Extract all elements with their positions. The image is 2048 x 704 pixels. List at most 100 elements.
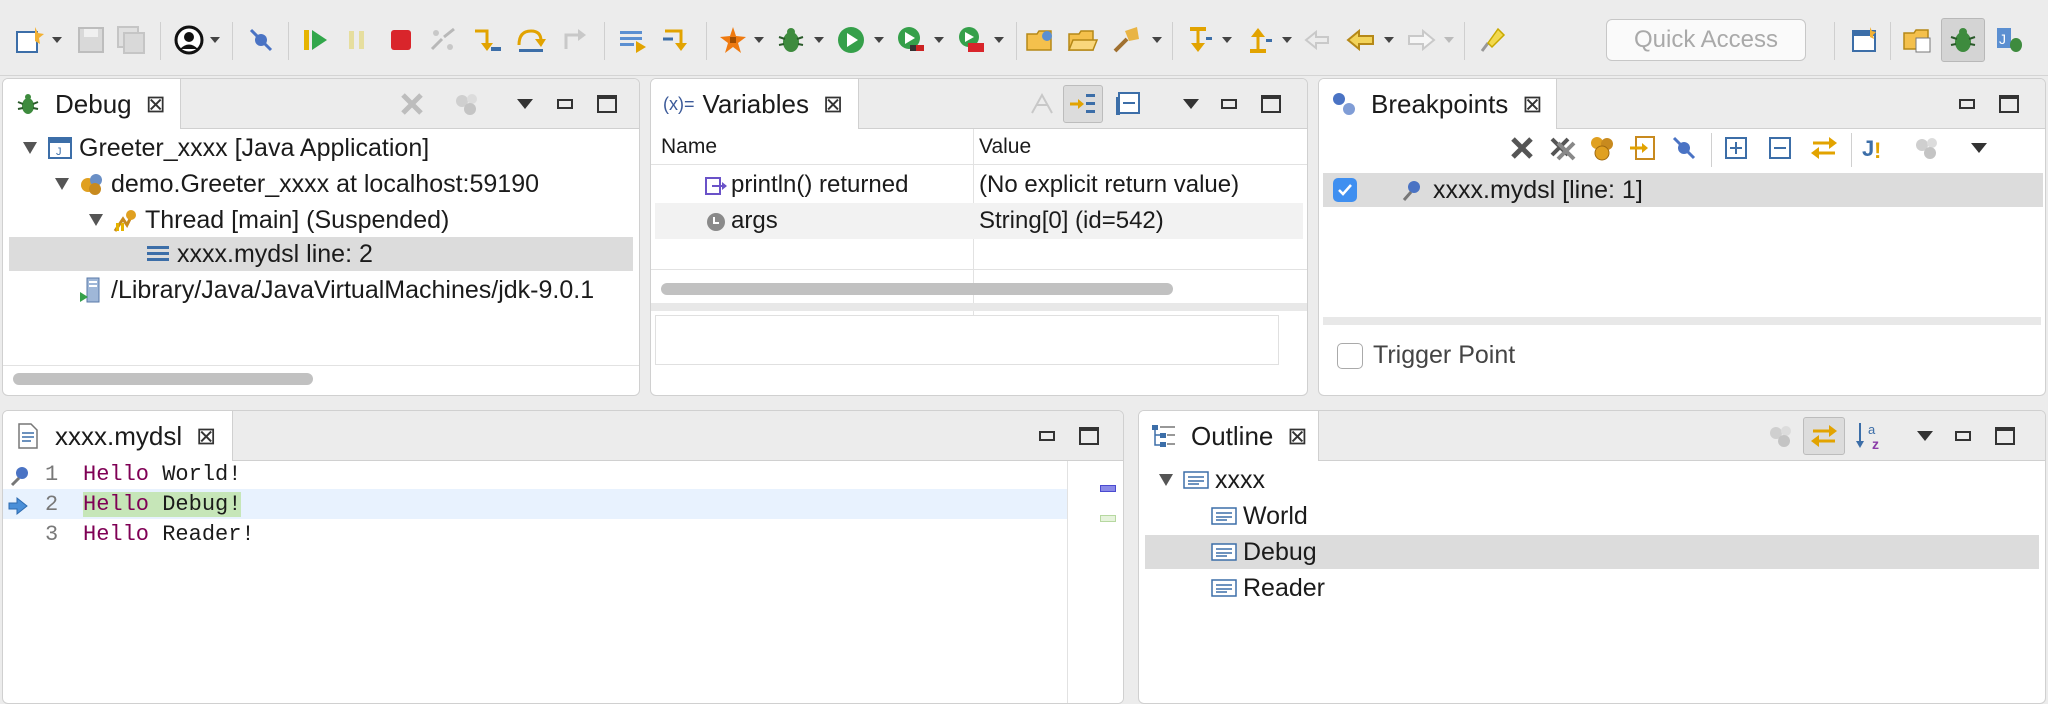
back-icon[interactable] xyxy=(1344,22,1378,58)
coverage-dropdown-arrow[interactable] xyxy=(934,37,944,43)
drop-to-frame-icon[interactable] xyxy=(616,22,650,58)
variables-maximize-button[interactable] xyxy=(1259,91,1283,117)
breakpoint-row[interactable]: xxxx.mydsl [line: 1] xyxy=(1323,173,2043,207)
new-dropdown-arrow[interactable] xyxy=(52,37,62,43)
external-tools-icon[interactable] xyxy=(716,22,750,58)
tree-item-process[interactable]: /Library/Java/JavaVirtualMachines/jdk-9.… xyxy=(9,273,633,307)
variable-detail-pane[interactable] xyxy=(655,315,1279,365)
debug-horizontal-scrollbar[interactable] xyxy=(13,373,313,385)
sort-alphabetically-icon[interactable]: az xyxy=(1853,422,1887,451)
run-icon[interactable] xyxy=(834,22,868,58)
close-debug-tab-icon[interactable]: ⊠ xyxy=(146,90,166,119)
variables-view-menu[interactable] xyxy=(1181,91,1201,117)
variable-row[interactable]: println() returned (No explicit return v… xyxy=(655,167,1303,203)
open-folder-icon[interactable] xyxy=(1066,22,1100,58)
java-exception-breakpoint-icon[interactable]: J! xyxy=(1859,135,1889,162)
pin-editor-icon[interactable] xyxy=(1474,22,1508,58)
collapse-all-icon[interactable] xyxy=(1765,135,1795,161)
trigger-point-option[interactable]: Trigger Point xyxy=(1337,341,1515,370)
tab-breakpoints[interactable]: Breakpoints ⊠ xyxy=(1319,79,1557,129)
outline-item[interactable]: Reader xyxy=(1145,571,2039,605)
column-name-header[interactable]: Name xyxy=(661,129,717,165)
step-over-icon[interactable] xyxy=(514,22,548,58)
resume-icon[interactable] xyxy=(298,22,332,58)
tab-outline[interactable]: Outline ⊠ xyxy=(1139,411,1319,461)
code-line[interactable]: 3 Hello Reader! xyxy=(3,519,1067,549)
breakpoint-marker-icon[interactable] xyxy=(7,463,33,489)
code-line[interactable]: 2 Hello Debug! xyxy=(3,489,1067,519)
expand-twisty[interactable] xyxy=(55,178,69,190)
go-to-file-icon[interactable] xyxy=(1627,135,1657,161)
tree-item-thread[interactable]: Thread [main] (Suspended) xyxy=(9,203,633,237)
debug-run-icon[interactable] xyxy=(774,22,808,58)
editor-minimize-button[interactable] xyxy=(1037,423,1057,449)
code-line[interactable]: 1 Hello World! xyxy=(3,459,1067,489)
search-dropdown-arrow[interactable] xyxy=(1152,37,1162,43)
outline-item[interactable]: Debug xyxy=(1145,535,2039,569)
instruction-ruler-marker[interactable] xyxy=(1100,515,1116,522)
search-icon[interactable] xyxy=(1110,22,1144,58)
outline-item[interactable]: World xyxy=(1145,499,2039,533)
overview-ruler[interactable] xyxy=(1067,461,1123,703)
tree-item-debug-target[interactable]: demo.Greeter_xxxx at localhost:59190 xyxy=(9,167,633,201)
account-icon[interactable] xyxy=(172,22,206,58)
debug-view-menu[interactable] xyxy=(515,91,535,117)
tree-item-launch[interactable]: J Greeter_xxxx [Java Application] xyxy=(9,131,633,165)
external-tools-dropdown-arrow[interactable] xyxy=(754,37,764,43)
java-perspective-icon[interactable]: J xyxy=(1992,22,2026,58)
expand-twisty[interactable] xyxy=(89,214,103,226)
tab-debug[interactable]: Debug ⊠ xyxy=(3,79,181,129)
close-breakpoints-tab-icon[interactable]: ⊠ xyxy=(1522,90,1542,119)
breakpoints-minimize-button[interactable] xyxy=(1957,91,1977,117)
variables-minimize-button[interactable] xyxy=(1219,91,1239,117)
outline-view-menu[interactable] xyxy=(1915,423,1935,449)
link-with-editor-button[interactable] xyxy=(1803,417,1845,455)
editor-maximize-button[interactable] xyxy=(1077,423,1101,449)
terminate-icon[interactable] xyxy=(384,22,418,58)
expand-twisty[interactable] xyxy=(23,142,37,154)
run-dropdown-arrow[interactable] xyxy=(874,37,884,43)
link-with-debug-view-icon[interactable] xyxy=(1809,135,1839,161)
open-perspective-icon[interactable] xyxy=(1848,22,1882,58)
coverage-icon[interactable] xyxy=(894,22,928,58)
variable-row[interactable]: args String[0] (id=542) xyxy=(655,203,1303,239)
tree-item-stack-frame[interactable]: xxxx.mydsl line: 2 xyxy=(9,237,633,271)
close-editor-tab-icon[interactable]: ⊠ xyxy=(196,422,216,451)
show-logical-structure-button[interactable] xyxy=(1063,85,1103,123)
use-step-filters-icon[interactable] xyxy=(660,22,694,58)
quick-access-field[interactable]: Quick Access xyxy=(1606,19,1806,61)
new-icon[interactable] xyxy=(12,22,46,58)
skip-breakpoints-icon[interactable] xyxy=(1669,135,1699,161)
trigger-point-checkbox[interactable] xyxy=(1337,342,1363,369)
breakpoints-maximize-button[interactable] xyxy=(1997,91,2021,117)
close-variables-tab-icon[interactable]: ⊠ xyxy=(823,90,843,119)
previous-annotation-dropdown-arrow[interactable] xyxy=(1282,37,1292,43)
outline-minimize-button[interactable] xyxy=(1953,423,1973,449)
collapse-all-icon[interactable] xyxy=(1113,91,1143,117)
breakpoint-enabled-checkbox[interactable] xyxy=(1333,178,1357,202)
next-annotation-icon[interactable] xyxy=(1182,22,1216,58)
profile-icon[interactable] xyxy=(954,22,988,58)
breakpoint-ruler-marker[interactable] xyxy=(1100,485,1116,492)
debug-minimize-button[interactable] xyxy=(555,91,575,117)
outline-maximize-button[interactable] xyxy=(1993,423,2017,449)
profile-dropdown-arrow[interactable] xyxy=(994,37,1004,43)
column-value-header[interactable]: Value xyxy=(979,129,1031,165)
skip-all-breakpoints-icon[interactable] xyxy=(244,22,278,58)
tab-variables[interactable]: (x)= Variables ⊠ xyxy=(651,79,859,129)
step-into-icon[interactable] xyxy=(470,22,504,58)
account-dropdown-arrow[interactable] xyxy=(210,37,220,43)
debug-maximize-button[interactable] xyxy=(595,91,619,117)
show-breakpoints-supported-icon[interactable] xyxy=(1587,135,1617,161)
open-type-icon[interactable] xyxy=(1024,22,1058,58)
previous-annotation-icon[interactable] xyxy=(1242,22,1276,58)
variables-horizontal-scrollbar[interactable] xyxy=(661,283,1173,295)
expand-all-icon[interactable] xyxy=(1721,135,1751,161)
tab-editor-file[interactable]: xxxx.mydsl ⊠ xyxy=(3,411,233,461)
outline-root-item[interactable]: xxxx xyxy=(1145,463,2039,497)
remove-breakpoint-icon[interactable] xyxy=(1507,135,1537,161)
remove-all-breakpoints-icon[interactable] xyxy=(1547,135,1577,161)
next-annotation-dropdown-arrow[interactable] xyxy=(1222,37,1232,43)
debug-run-dropdown-arrow[interactable] xyxy=(814,37,824,43)
expand-twisty[interactable] xyxy=(1159,474,1173,486)
